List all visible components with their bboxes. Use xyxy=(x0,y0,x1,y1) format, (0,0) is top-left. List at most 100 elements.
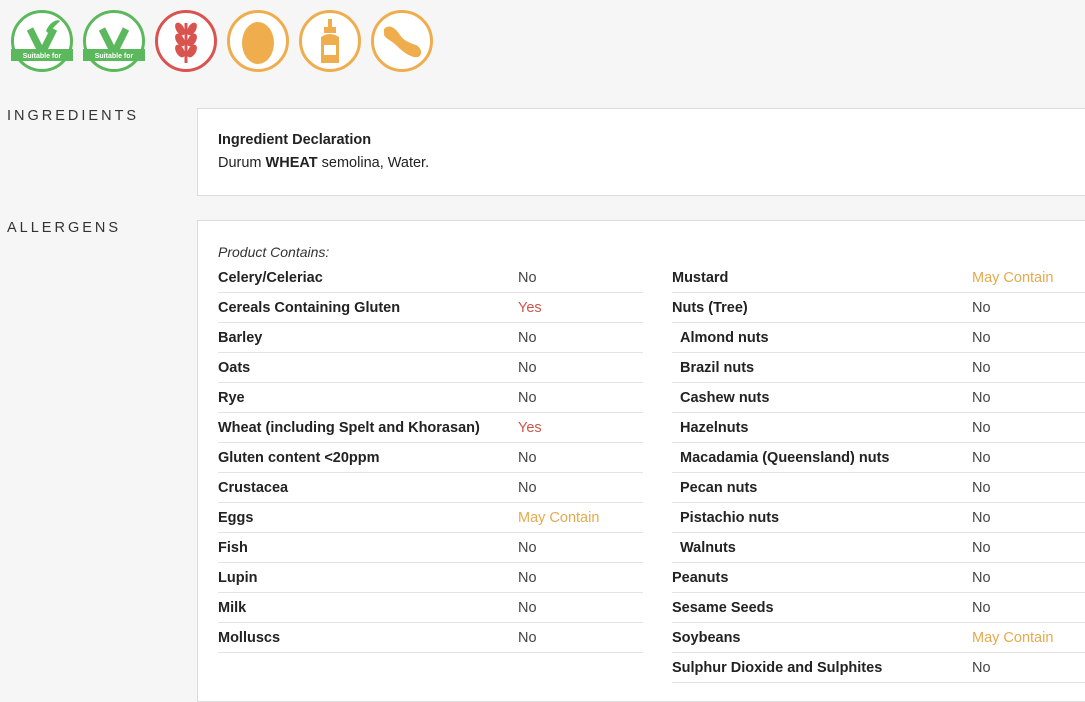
allergen-name: Rye xyxy=(218,389,245,406)
allergen-name: Cashew nuts xyxy=(680,389,770,406)
allergen-status: May Contain xyxy=(972,269,1054,286)
svg-text:Suitable for: Suitable for xyxy=(23,53,62,60)
allergen-name: Lupin xyxy=(218,569,258,586)
allergen-row: Gluten content <20ppm No xyxy=(218,443,643,473)
allergen-status: No xyxy=(518,359,537,376)
allergen-row: Milk No xyxy=(218,593,643,623)
ingredient-declaration-title: Ingredient Declaration xyxy=(218,132,372,148)
allergen-row: Soybeans May Contain xyxy=(672,623,1085,653)
allergen-name: Hazelnuts xyxy=(680,419,749,436)
allergen-status: No xyxy=(972,599,991,616)
allergen-name: Fish xyxy=(218,539,248,556)
allergens-right-column: Mustard May Contain Nuts (Tree) No Almond nu… xyxy=(672,263,1085,683)
ingredient-declaration-text: Durum WHEAT semolina, Water. xyxy=(218,155,430,171)
soybean-icon xyxy=(370,9,434,73)
egg-icon xyxy=(226,9,290,73)
allergen-row: Rye No xyxy=(218,383,643,413)
allergen-row: Celery/Celeriac No xyxy=(218,263,643,293)
allergen-row: Fish No xyxy=(218,533,643,563)
allergen-status: No xyxy=(518,569,537,586)
allergen-row: Barley No xyxy=(218,323,643,353)
vegetarian-icon: Suitable for xyxy=(10,9,74,73)
allergen-status: No xyxy=(518,629,537,646)
allergen-highlight: WHEAT xyxy=(265,155,318,171)
allergens-heading: ALLERGENS xyxy=(7,220,122,236)
allergen-status: May Contain xyxy=(518,509,600,526)
allergen-name: Sesame Seeds xyxy=(672,599,774,616)
allergen-status: Yes xyxy=(518,299,542,316)
allergens-panel: Product Contains: Celery/Celeriac No Cerea… xyxy=(197,220,1085,702)
allergen-status: No xyxy=(972,419,991,436)
allergen-name: Barley xyxy=(218,329,263,346)
mustard-icon xyxy=(298,9,362,73)
allergen-status: No xyxy=(972,329,991,346)
allergen-status: No xyxy=(972,359,991,376)
allergen-row: Almond nuts No xyxy=(672,323,1085,353)
allergens-left-column: Celery/Celeriac No Cereals Containing Glut… xyxy=(218,263,643,653)
allergen-name: Pecan nuts xyxy=(680,479,758,496)
allergen-status: No xyxy=(518,479,537,496)
allergen-name: Gluten content <20ppm xyxy=(218,449,380,466)
allergen-status: No xyxy=(518,389,537,406)
allergen-status: No xyxy=(972,299,991,316)
ingredients-panel: Ingredient Declaration Durum WHEAT semol… xyxy=(197,108,1085,196)
allergen-row: Cereals Containing Gluten Yes xyxy=(218,293,643,323)
allergen-name: Pistachio nuts xyxy=(680,509,780,526)
allergen-status: Yes xyxy=(518,419,542,436)
allergen-row: Cashew nuts No xyxy=(672,383,1085,413)
allergen-row: Peanuts No xyxy=(672,563,1085,593)
allergen-row: Hazelnuts No xyxy=(672,413,1085,443)
allergen-name: Celery/Celeriac xyxy=(218,269,323,286)
allergen-row: Lupin No xyxy=(218,563,643,593)
allergen-row: Sulphur Dioxide and Sulphites No xyxy=(672,653,1085,683)
allergen-row: Molluscs No xyxy=(218,623,643,653)
allergen-row: Mustard May Contain xyxy=(672,263,1085,293)
allergen-status: No xyxy=(518,599,537,616)
product-contains-label: Product Contains: xyxy=(218,244,330,260)
allergen-name: Peanuts xyxy=(672,569,729,586)
allergen-status: No xyxy=(518,329,537,346)
dietary-icons: Suitable for Suitable for xyxy=(10,9,434,73)
allergen-row: Brazil nuts No xyxy=(672,353,1085,383)
allergen-name: Nuts (Tree) xyxy=(672,299,748,316)
allergen-name: Crustacea xyxy=(218,479,289,496)
allergen-name: Sulphur Dioxide and Sulphites xyxy=(672,659,883,676)
allergen-status: No xyxy=(972,539,991,556)
allergen-row: Eggs May Contain xyxy=(218,503,643,533)
allergen-status: No xyxy=(518,449,537,466)
svg-text:Suitable for: Suitable for xyxy=(95,53,134,60)
allergen-row: Sesame Seeds No xyxy=(672,593,1085,623)
allergen-row: Crustacea No xyxy=(218,473,643,503)
vegan-icon: Suitable for xyxy=(82,9,146,73)
allergen-name: Molluscs xyxy=(218,629,281,646)
allergen-name: Cereals Containing Gluten xyxy=(218,299,401,316)
allergen-row: Wheat (including Spelt and Khorasan) Yes xyxy=(218,413,643,443)
allergen-row: Nuts (Tree) No xyxy=(672,293,1085,323)
allergen-name: Milk xyxy=(218,599,247,616)
allergen-name: Walnuts xyxy=(680,539,736,556)
ingredients-heading: INGREDIENTS xyxy=(7,108,140,124)
allergen-name: Mustard xyxy=(672,269,729,286)
allergen-status: No xyxy=(972,449,991,466)
allergen-row: Pistachio nuts No xyxy=(672,503,1085,533)
allergen-name: Macadamia (Queensland) nuts xyxy=(680,449,890,466)
allergen-name: Almond nuts xyxy=(680,329,769,346)
allergen-status: No xyxy=(972,569,991,586)
allergen-status: No xyxy=(972,389,991,406)
allergen-name: Eggs xyxy=(218,509,254,526)
allergen-status: No xyxy=(972,479,991,496)
allergen-name: Soybeans xyxy=(672,629,741,646)
allergen-row: Macadamia (Queensland) nuts No xyxy=(672,443,1085,473)
allergen-row: Walnuts No xyxy=(672,533,1085,563)
allergen-row: Pecan nuts No xyxy=(672,473,1085,503)
allergen-status: No xyxy=(972,509,991,526)
allergen-name: Wheat (including Spelt and Khorasan) xyxy=(218,419,480,436)
allergen-status: No xyxy=(972,659,991,676)
allergen-name: Brazil nuts xyxy=(680,359,755,376)
allergen-name: Oats xyxy=(218,359,251,376)
gluten-wheat-icon xyxy=(154,9,218,73)
allergen-row: Oats No xyxy=(218,353,643,383)
allergen-status: May Contain xyxy=(972,629,1054,646)
allergen-status: No xyxy=(518,539,537,556)
allergen-status: No xyxy=(518,269,537,286)
